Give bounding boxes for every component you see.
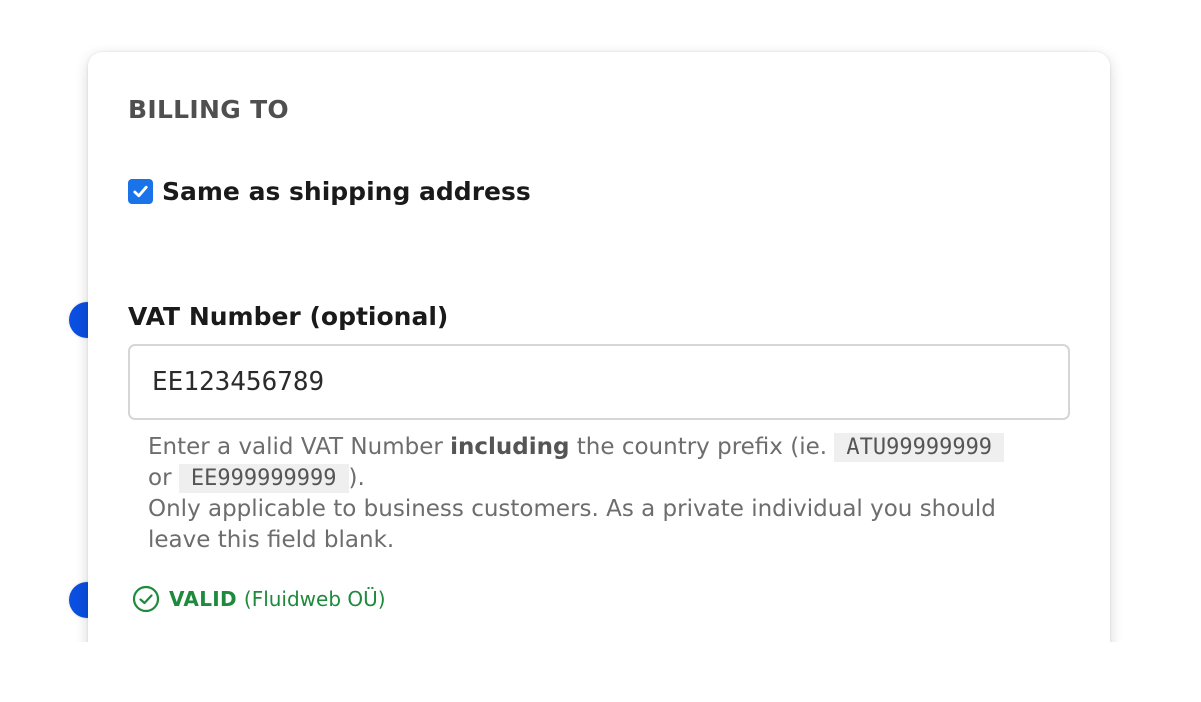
billing-card: BILLING TO Same as shipping address VAT … (88, 52, 1110, 650)
section-title: BILLING TO (128, 95, 289, 124)
same-as-shipping-label[interactable]: Same as shipping address (162, 177, 531, 206)
vat-example-code-2: EE999999999 (178, 464, 349, 493)
vat-status-row: VALID (Fluidweb OÜ) (132, 585, 386, 613)
help-text-part1: Enter a valid VAT Number (148, 434, 451, 460)
same-as-shipping-checkbox[interactable] (128, 179, 153, 204)
help-text-part2: the country prefix (ie. (569, 434, 835, 460)
help-text-emphasis: including (450, 434, 570, 460)
vat-number-input[interactable] (128, 344, 1070, 420)
vat-company-name: (Fluidweb OÜ) (243, 587, 386, 611)
stage: BILLING TO Same as shipping address VAT … (0, 0, 1201, 702)
vat-number-label: VAT Number (optional) (128, 302, 449, 331)
vat-status-label: VALID (169, 587, 237, 611)
help-text-part3: ). (348, 465, 365, 491)
vat-example-code-1: ATU99999999 (834, 433, 1005, 462)
help-text-or: or (148, 465, 179, 491)
vat-help-text: Enter a valid VAT Number including the c… (148, 432, 1028, 556)
check-circle-icon (132, 585, 160, 613)
help-text-line2: Only applicable to business customers. A… (148, 496, 996, 553)
checkmark-icon (133, 185, 148, 198)
same-as-shipping-row[interactable]: Same as shipping address (128, 177, 531, 206)
